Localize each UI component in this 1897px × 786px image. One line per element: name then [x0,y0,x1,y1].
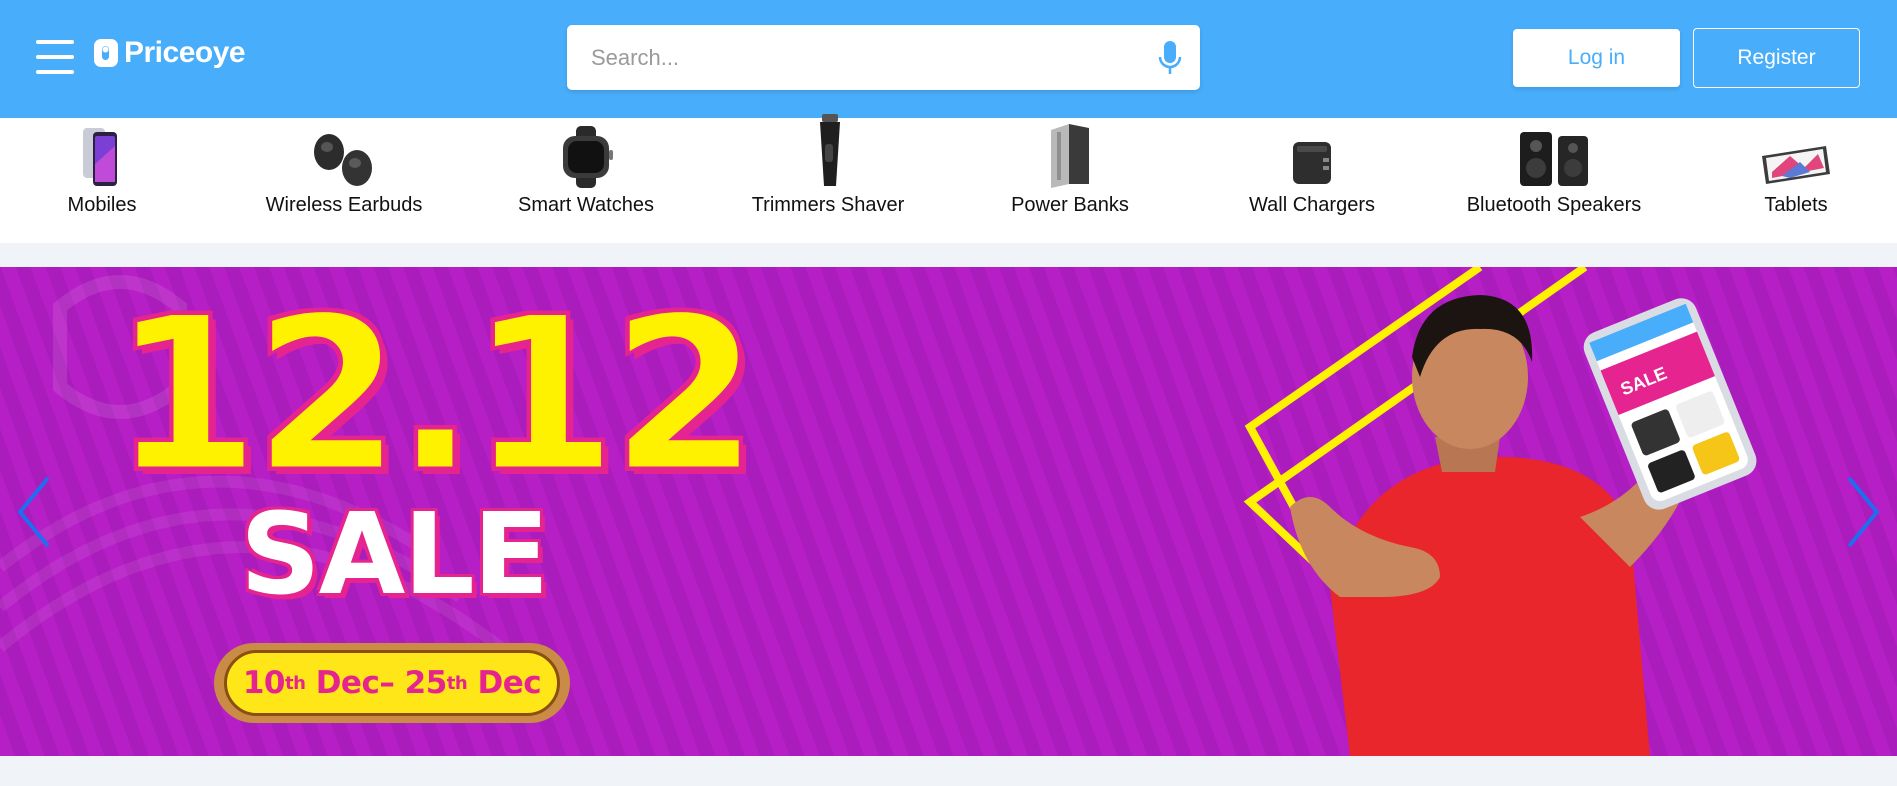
wall-charger-icon [1293,142,1331,184]
carousel-next-arrow-icon[interactable] [1843,472,1883,552]
category-wall-chargers[interactable]: Wall Chargers [1212,118,1412,243]
register-button[interactable]: Register [1693,28,1860,88]
date-end-day: 25 [404,665,448,701]
smart-watch-icon [563,126,613,188]
microphone-icon[interactable] [1156,39,1184,77]
category-bar: Mobiles Wireless Earbuds Smart Watches T… [0,114,1897,243]
carousel-prev-arrow-icon[interactable] [14,472,54,552]
priceoye-logo[interactable]: Priceoye [92,36,246,70]
top-header: Priceoye Log in Register [0,0,1897,118]
category-tablets[interactable]: Tablets [1696,118,1896,243]
login-button[interactable]: Log in [1513,29,1680,87]
search-input[interactable] [567,25,1127,90]
category-trimmers-shaver[interactable]: Trimmers Shaver [728,114,928,243]
model-with-phone-image: SALE [1290,295,1757,756]
tablet-icon [1762,146,1830,184]
logo-mark-icon [94,39,118,67]
promo-banner-carousel[interactable]: 12.12 SALE 10th Dec – 25th Dec SALE [0,267,1897,756]
category-smart-watches[interactable]: Smart Watches [486,118,686,243]
category-mobiles[interactable]: Mobiles [2,118,202,243]
logo-text: Priceoye [124,36,246,69]
category-label: Power Banks [1011,194,1129,216]
speaker-icon [1520,132,1588,186]
category-label: Trimmers Shaver [751,194,905,216]
category-label: Wall Chargers [1249,194,1375,216]
date-end-suffix: th [446,672,468,694]
category-label: Bluetooth Speakers [1466,194,1642,216]
date-end-month: Dec [477,665,542,701]
trimmer-icon [820,114,840,186]
category-label: Tablets [1764,194,1828,216]
category-wireless-earbuds[interactable]: Wireless Earbuds [244,118,444,243]
power-bank-icon [1051,124,1089,188]
category-bluetooth-speakers[interactable]: Bluetooth Speakers [1454,118,1654,243]
sale-date-badge: 10th Dec – 25th Dec [214,643,570,723]
date-start-month: Dec [315,665,380,701]
sale-headline: 12.12 [111,271,761,518]
category-label: Mobiles [67,194,137,216]
mobile-phone-icon [83,128,117,186]
category-label: Wireless Earbuds [265,194,423,216]
date-start-suffix: th [284,672,306,694]
date-start-day: 10 [242,665,286,701]
earbuds-icon [314,134,372,186]
search-box [567,25,1200,90]
hamburger-menu-icon[interactable] [36,40,74,74]
category-label: Smart Watches [518,194,654,216]
sale-subheadline: SALE [240,490,549,620]
category-power-banks[interactable]: Power Banks [970,118,1170,243]
